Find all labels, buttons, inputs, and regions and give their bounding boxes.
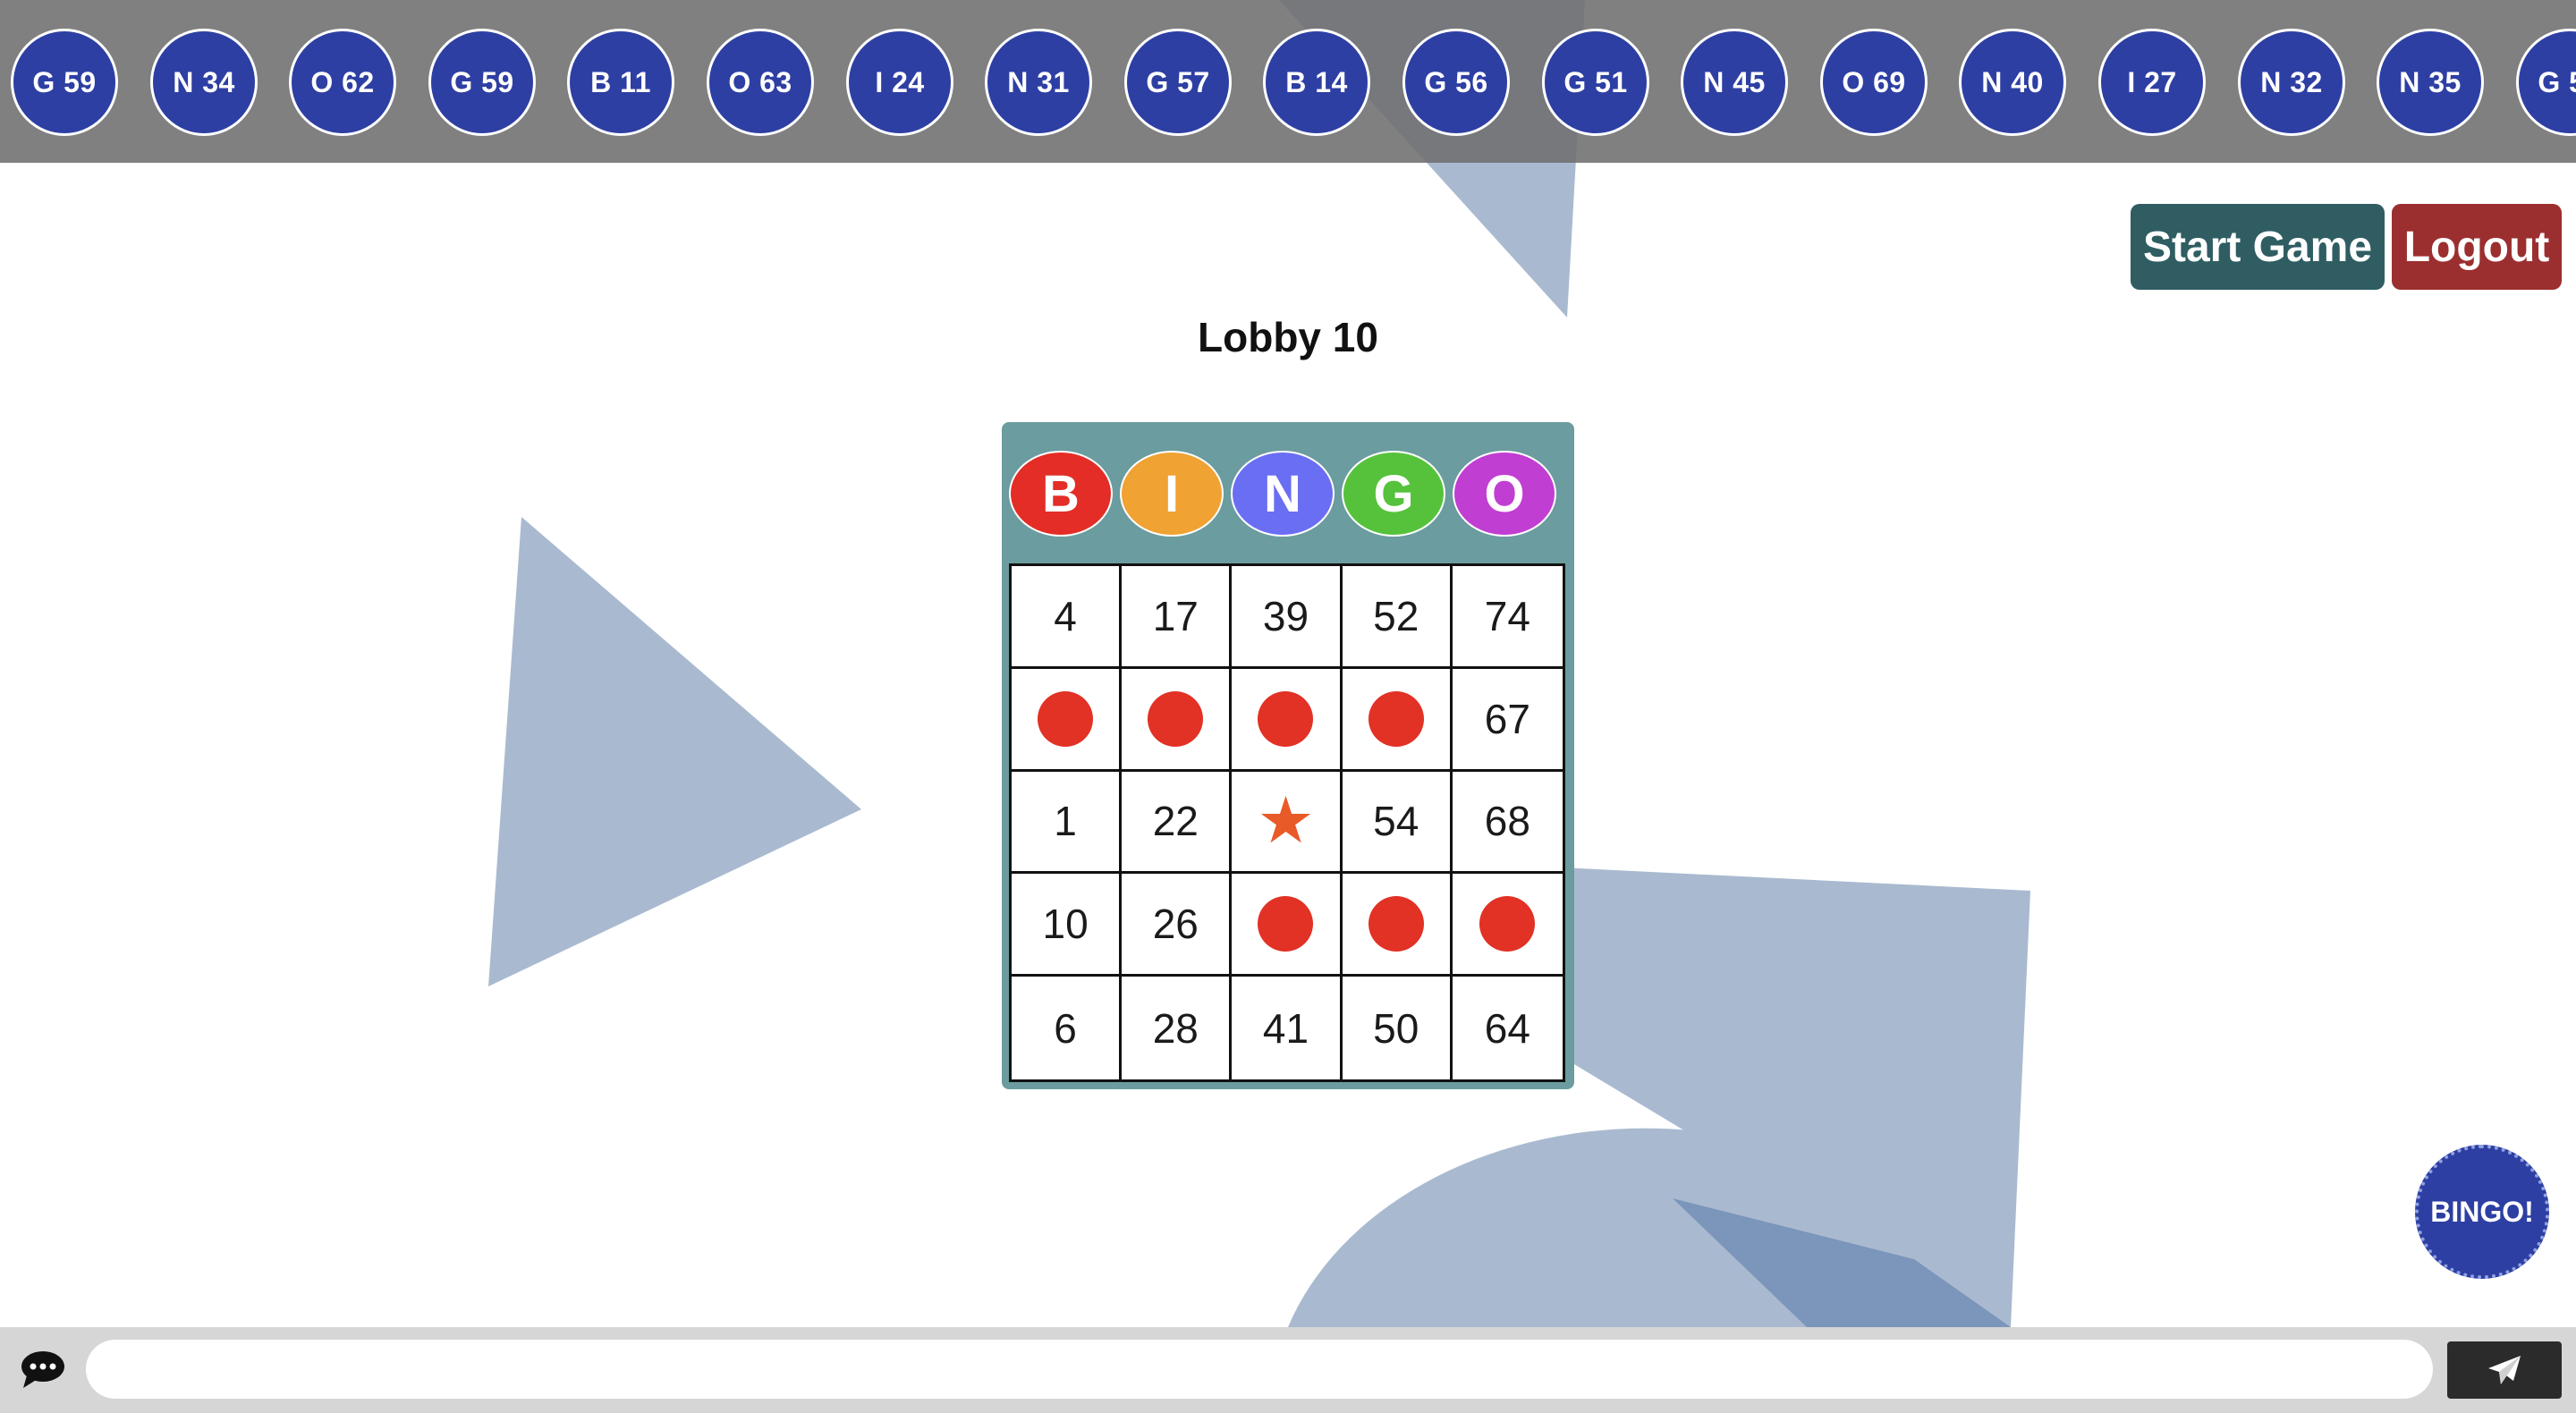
bg-triangle-left <box>488 517 861 986</box>
called-numbers-bar: G 59 N 34 O 62 G 59 B 11 O 63 I 24 N 31 G 57 B 14… <box>0 0 2576 163</box>
called-ball: G 56 <box>1402 29 1510 136</box>
marked-dot <box>1148 690 1204 747</box>
bingo-cell[interactable]: 68 <box>1452 771 1563 875</box>
cell-number: 1 <box>1054 798 1077 845</box>
bingo-letter-b: B <box>1009 451 1113 537</box>
called-ball: O 69 <box>1820 29 1928 136</box>
bingo-cell[interactable]: 67 <box>1452 668 1563 772</box>
bingo-cell[interactable]: 17 <box>1122 566 1233 669</box>
cell-number: 67 <box>1484 695 1530 742</box>
cell-number: 10 <box>1042 901 1089 948</box>
bingo-cell[interactable]: 28 <box>1122 977 1233 1079</box>
bingo-cell[interactable] <box>1342 668 1453 772</box>
bingo-cell[interactable]: 26 <box>1122 874 1233 977</box>
app-root: G 59 N 34 O 62 G 59 B 11 O 63 I 24 N 31 G 57 B 14… <box>0 0 2576 1413</box>
called-ball: N 32 <box>2238 29 2345 136</box>
called-ball: O 63 <box>707 29 814 136</box>
cell-number: 41 <box>1262 1004 1309 1052</box>
bingo-card: BINGO 4 17 39 52 74 67 1 22 ★ 54 68 10 26 6 28 41 50 64 <box>1002 422 1574 1089</box>
cell-number: 28 <box>1152 1004 1199 1052</box>
called-ball: G 51 <box>1542 29 1649 136</box>
bingo-cell[interactable]: 10 <box>1012 874 1123 977</box>
bingo-cell[interactable] <box>1122 668 1233 772</box>
bingo-cell[interactable] <box>1452 874 1563 977</box>
bingo-cell[interactable]: 41 <box>1232 977 1343 1079</box>
called-ball: G 57 <box>1124 29 1232 136</box>
chat-bubble-icon <box>21 1351 64 1388</box>
bingo-cell[interactable]: ★ <box>1232 771 1343 875</box>
bingo-cell[interactable]: 50 <box>1342 977 1453 1079</box>
bingo-cell[interactable] <box>1342 874 1453 977</box>
called-ball: N 34 <box>150 29 258 136</box>
called-ball: B 11 <box>567 29 674 136</box>
cell-number: 74 <box>1484 592 1530 639</box>
bingo-cell[interactable] <box>1232 874 1343 977</box>
start-game-button[interactable]: Start Game <box>2131 204 2385 290</box>
bingo-cell[interactable]: 54 <box>1342 771 1453 875</box>
called-ball: N 35 <box>2377 29 2484 136</box>
bingo-letter-g: G <box>1342 451 1445 537</box>
bingo-grid: 4 17 39 52 74 67 1 22 ★ 54 68 10 26 6 28 41 50 64 <box>1009 563 1565 1082</box>
cell-number: 64 <box>1484 1004 1530 1052</box>
marked-dot <box>1479 896 1536 952</box>
called-ball: G 58 <box>2516 29 2576 136</box>
bingo-cell[interactable]: 39 <box>1232 566 1343 669</box>
bingo-cell[interactable]: 1 <box>1012 771 1123 875</box>
bingo-cell[interactable] <box>1012 668 1123 772</box>
chat-bar <box>0 1327 2576 1413</box>
called-ball: B 14 <box>1263 29 1370 136</box>
called-ball: N 40 <box>1959 29 2066 136</box>
bingo-letter-n: N <box>1231 451 1335 537</box>
cell-number: 17 <box>1152 592 1199 639</box>
called-ball: G 59 <box>11 29 118 136</box>
cell-number: 54 <box>1373 798 1419 845</box>
called-ball: I 24 <box>846 29 953 136</box>
called-ball: N 31 <box>985 29 1092 136</box>
paper-plane-icon <box>2488 1356 2521 1384</box>
cell-number: 6 <box>1054 1004 1077 1052</box>
bingo-cell[interactable]: 22 <box>1122 771 1233 875</box>
cell-number: 26 <box>1152 901 1199 948</box>
marked-dot <box>1038 690 1094 747</box>
bingo-cell[interactable]: 64 <box>1452 977 1563 1079</box>
bingo-cell[interactable]: 74 <box>1452 566 1563 669</box>
bingo-claim-button[interactable]: BINGO! <box>2415 1145 2549 1279</box>
marked-dot <box>1368 896 1424 952</box>
cell-number: 50 <box>1373 1004 1419 1052</box>
cell-number: 22 <box>1152 798 1199 845</box>
marked-dot <box>1258 690 1314 747</box>
cell-number: 68 <box>1484 798 1530 845</box>
star-icon: ★ <box>1257 785 1315 858</box>
marked-dot <box>1258 896 1314 952</box>
cell-number: 52 <box>1373 592 1419 639</box>
bingo-cell[interactable]: 52 <box>1342 566 1453 669</box>
lobby-title: Lobby 10 <box>1198 314 1378 360</box>
cell-number: 4 <box>1054 592 1077 639</box>
bingo-letter-o: O <box>1453 451 1556 537</box>
called-ball: G 59 <box>428 29 536 136</box>
called-ball: N 45 <box>1681 29 1788 136</box>
bingo-cell[interactable]: 4 <box>1012 566 1123 669</box>
bingo-cell[interactable]: 6 <box>1012 977 1123 1079</box>
bingo-cell[interactable] <box>1232 668 1343 772</box>
logout-button[interactable]: Logout <box>2392 204 2562 290</box>
chat-input[interactable] <box>86 1340 2433 1399</box>
cell-number: 39 <box>1262 592 1309 639</box>
bingo-letter-i: I <box>1120 451 1224 537</box>
called-ball: O 62 <box>289 29 396 136</box>
send-button[interactable] <box>2447 1341 2562 1399</box>
called-ball: I 27 <box>2098 29 2206 136</box>
marked-dot <box>1368 690 1424 747</box>
